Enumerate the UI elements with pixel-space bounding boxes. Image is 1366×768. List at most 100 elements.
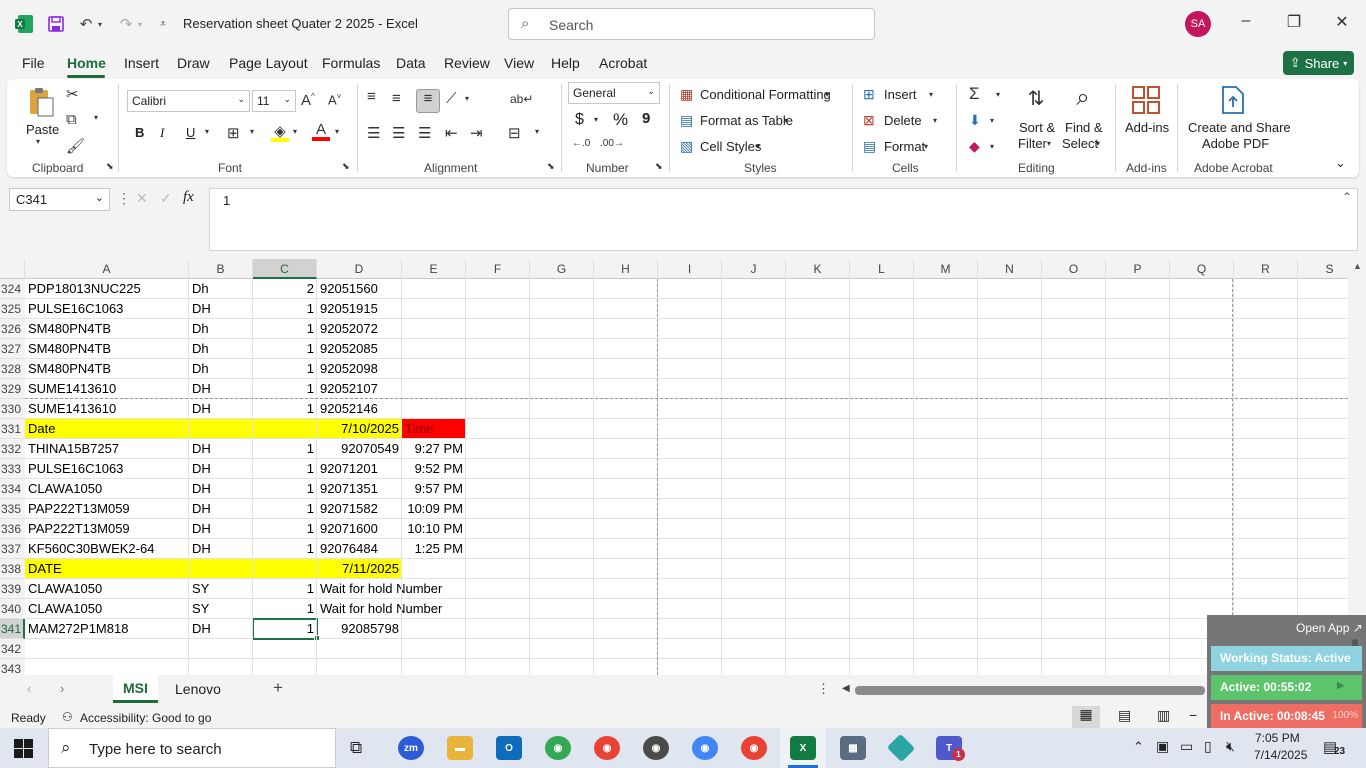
cell-d[interactable]: 92052098 [317,359,402,379]
cell-b[interactable]: DH [189,619,253,639]
italic-button[interactable]: I [160,125,164,141]
add-sheet-icon[interactable]: + [273,678,283,698]
cell-c[interactable]: 1 [253,479,317,499]
fill-dropdown-icon[interactable]: ▾ [990,116,994,125]
chrome-profile-3-icon[interactable]: ◉ [643,736,669,760]
close-icon[interactable]: ✕ [1330,12,1354,36]
column-header-j[interactable]: J [722,259,786,279]
cell-c[interactable]: 1 [253,399,317,419]
cell-a[interactable]: SUME1413610 [25,399,189,419]
column-header-e[interactable]: E [402,259,466,279]
cell-d[interactable]: 92052085 [317,339,402,359]
scroll-up-icon[interactable]: ▲ [1353,261,1362,271]
cell-d[interactable]: 92076484 [317,539,402,559]
align-middle-icon[interactable]: ≡ [392,90,401,107]
cell-d[interactable]: 92071582 [317,499,402,519]
row-header[interactable]: 332 [0,439,25,459]
cell-e[interactable] [402,619,466,639]
cell-b[interactable]: SY [189,579,253,599]
cell-a[interactable]: SM480PN4TB [25,359,189,379]
cell-a[interactable]: CLAWA1050 [25,579,189,599]
align-top-icon[interactable]: ≡ [367,88,376,105]
accessibility-status[interactable]: Accessibility: Good to go [80,711,211,725]
row-header[interactable]: 333 [0,459,25,479]
cell-b[interactable]: Dh [189,359,253,379]
tab-view[interactable]: View [504,55,534,71]
horizontal-scrollbar-thumb[interactable] [855,686,1205,695]
accessibility-icon[interactable]: ⚇ [62,710,73,724]
paste-icon[interactable] [26,86,56,118]
decrease-font-icon[interactable]: A˅ [328,92,341,107]
cell-d[interactable]: 7/11/2025 [317,559,402,579]
fill-color-dropdown-icon[interactable]: ▾ [293,127,297,136]
cell-a[interactable]: PULSE16C1063 [25,459,189,479]
borders-icon[interactable]: ⊞ [227,124,240,142]
increase-font-icon[interactable]: A^ [301,92,315,109]
chrome-icon[interactable]: ◉ [545,736,571,760]
open-app-link[interactable]: Open App ↗ [1296,621,1363,635]
column-header-n[interactable]: N [978,259,1042,279]
cell-a[interactable]: SUME1413610 [25,379,189,399]
fill-icon[interactable]: ⬇ [969,112,981,129]
tab-draw[interactable]: Draw [177,55,210,71]
row-header[interactable]: 335 [0,499,25,519]
insert-cells-icon[interactable]: ⊞ [863,86,875,103]
row-header[interactable]: 342 [0,639,25,659]
cell-e[interactable] [402,559,466,579]
chrome-profile-4-icon[interactable]: ◉ [692,736,718,760]
cell-c[interactable]: 1 [253,539,317,559]
sort-label[interactable]: Sort & [1019,120,1055,135]
align-bottom-icon[interactable]: ≡ [416,89,440,113]
cancel-icon[interactable]: ✕ [136,190,148,207]
clock-time[interactable]: 7:05 PM [1255,731,1300,745]
format-as-table-icon[interactable]: ▤ [680,112,693,129]
align-left-icon[interactable]: ☰ [367,124,380,142]
column-header-b[interactable]: B [189,259,253,279]
next-sheet-icon[interactable]: › [60,681,64,696]
cell-b[interactable]: DH [189,439,253,459]
chevron-down-icon[interactable]: ▾ [756,142,760,151]
cell-b[interactable] [189,419,253,439]
cell-e[interactable] [402,639,466,659]
select-all-corner[interactable] [0,259,25,279]
cell-e[interactable] [402,579,466,599]
align-center-icon[interactable]: ☰ [392,124,405,142]
add-ins-button[interactable]: Add-ins [1125,120,1169,135]
outlook-icon[interactable]: O [496,736,522,760]
battery-icon[interactable]: ▭ [1180,738,1193,755]
cell-e[interactable]: 9:52 PM [402,459,466,479]
paste-button[interactable]: Paste [26,122,59,137]
copy-icon[interactable]: ⧉ [66,111,77,128]
increase-indent-icon[interactable]: ⇥ [470,124,483,142]
number-format-select[interactable]: General ⌄ [568,82,660,104]
cell-e[interactable] [402,299,466,319]
column-header-d[interactable]: D [317,259,402,279]
cell-b[interactable]: DH [189,379,253,399]
cell-a[interactable] [25,659,189,675]
add-ins-icon[interactable] [1131,85,1161,115]
decrease-indent-icon[interactable]: ⇤ [445,124,458,142]
collapse-ribbon-icon[interactable]: ⌄ [1335,155,1346,171]
cell-b[interactable]: DH [189,399,253,419]
cell-a[interactable]: CLAWA1050 [25,479,189,499]
column-header-g[interactable]: G [530,259,594,279]
cell-c[interactable]: 1 [253,299,317,319]
conditional-formatting-icon[interactable]: ▦ [680,86,693,103]
row-header[interactable]: 339 [0,579,25,599]
cell-c[interactable]: 2 [253,279,317,299]
cell-a[interactable]: PAP222T13M059 [25,499,189,519]
cell-d[interactable]: 92052146 [317,399,402,419]
cell-c[interactable]: 1 [252,618,318,640]
percent-button[interactable]: % [613,110,628,130]
network-icon[interactable]: ▯ [1204,738,1212,755]
row-header[interactable]: 326 [0,319,25,339]
cell-b[interactable]: DH [189,519,253,539]
merge-dropdown-icon[interactable]: ▾ [535,127,539,136]
excel-taskbar-item[interactable]: X [780,728,826,768]
row-header[interactable]: 343 [0,659,25,675]
decrease-decimal-icon[interactable]: .00→ [600,138,624,149]
cell-e[interactable] [402,379,466,399]
cell-c[interactable]: 1 [253,379,317,399]
column-header-o[interactable]: O [1042,259,1106,279]
underline-button[interactable]: U [186,125,195,140]
